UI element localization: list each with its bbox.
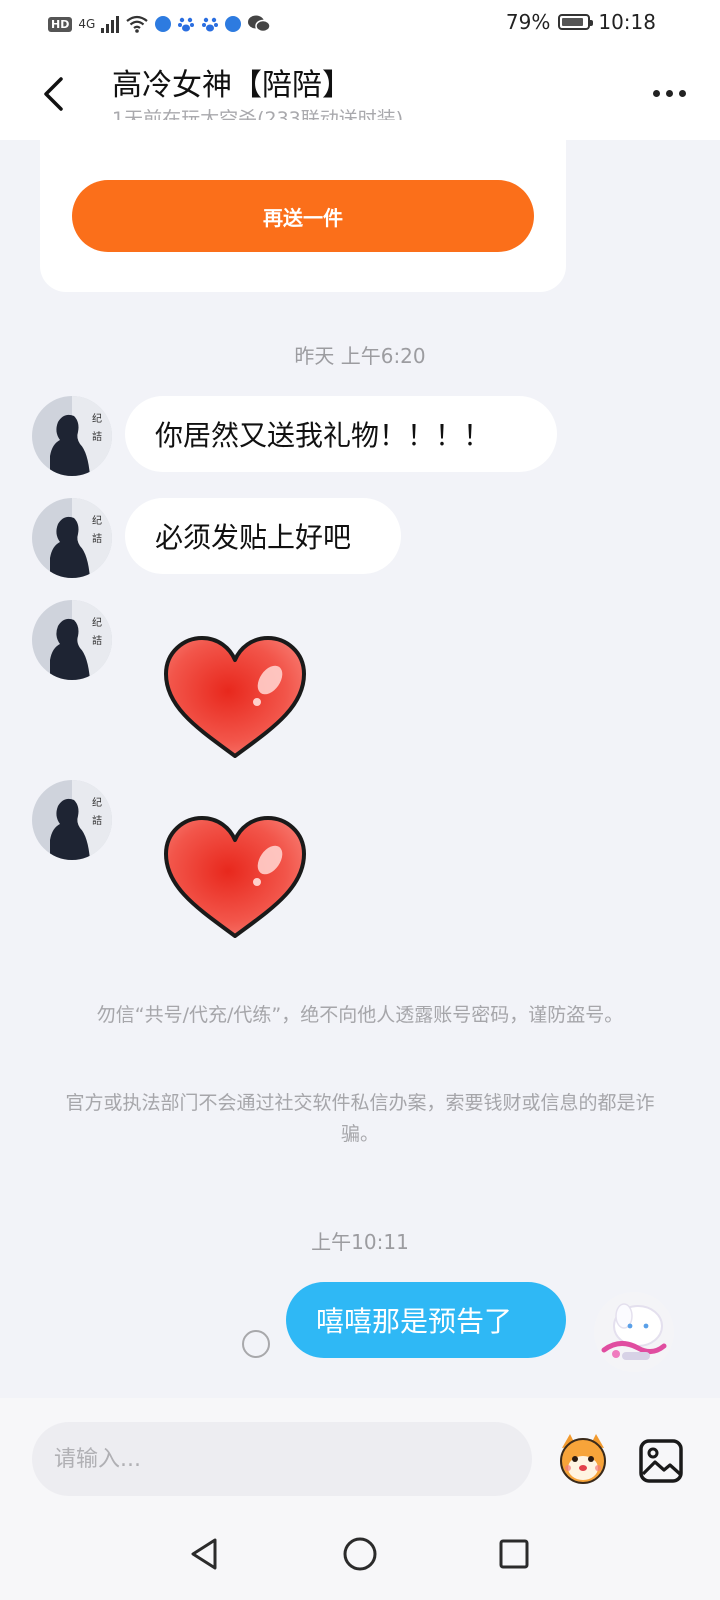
- svg-text:詰: 詰: [92, 814, 102, 827]
- clock: 10:18: [598, 10, 656, 34]
- message-timestamp: 昨天 上午6:20: [294, 344, 426, 368]
- emoji-mascot-icon[interactable]: [554, 1430, 612, 1488]
- avatar-image: 纪 詰: [32, 600, 112, 680]
- svg-text:詰: 詰: [92, 430, 102, 443]
- nav-recent-button[interactable]: [494, 1534, 534, 1574]
- my-message-bubble: 嘻嘻那是预告了: [286, 1282, 566, 1358]
- wechat-icon: [248, 15, 272, 33]
- back-button[interactable]: [30, 70, 78, 118]
- message-timestamp: 上午10:11: [311, 1230, 409, 1254]
- signal-icon: [101, 15, 120, 33]
- svg-text:纪: 纪: [92, 617, 102, 629]
- message-input[interactable]: [32, 1422, 532, 1496]
- avatar[interactable]: 纪 詰: [32, 396, 112, 476]
- back-arrow-icon: [44, 77, 63, 111]
- more-button[interactable]: [644, 78, 694, 108]
- gift-card: 再送一件: [40, 120, 566, 292]
- network-label: 4G: [78, 17, 96, 31]
- browser-app-icon: [155, 16, 172, 32]
- square-recent-icon: [499, 1539, 529, 1569]
- avatar[interactable]: 纪 詰: [32, 600, 112, 680]
- avatar-image: 纪 詰: [32, 498, 112, 578]
- page-title: 高冷女神【陪陪】: [112, 68, 352, 103]
- message-bubble: 你居然又送我礼物！！！！: [125, 396, 557, 472]
- svg-text:纪: 纪: [92, 413, 102, 425]
- send-again-button[interactable]: 再送一件: [72, 180, 534, 252]
- svg-text:纪: 纪: [92, 797, 102, 809]
- heart-sticker-icon: [164, 816, 306, 938]
- sending-status-icon: [242, 1330, 270, 1358]
- input-bar: [0, 1398, 720, 1508]
- chat-screen: HD 4G 79% 10:18 高冷女神【陪陪】 1天前在玩太空杀(233联动送…: [0, 0, 720, 1600]
- avatar[interactable]: 纪 詰: [32, 780, 112, 860]
- my-avatar-image: [594, 1292, 674, 1372]
- my-avatar[interactable]: [594, 1292, 674, 1372]
- battery-icon: [558, 14, 594, 30]
- system-nav-bar: [0, 1508, 720, 1600]
- status-left-icons: HD 4G: [48, 12, 272, 36]
- more-dots-icon: [652, 89, 660, 97]
- circle-home-icon: [343, 1537, 377, 1571]
- avatar[interactable]: 纪 詰: [32, 498, 112, 578]
- wifi-icon: [126, 15, 148, 33]
- browser-app-icon-2: [225, 16, 242, 32]
- image-picker-icon[interactable]: [638, 1438, 684, 1484]
- battery-percent: 79%: [505, 10, 551, 34]
- nav-back-button[interactable]: [184, 1534, 224, 1574]
- svg-text:詰: 詰: [92, 532, 102, 545]
- fraud-notice: 官方或执法部门不会通过社交软件私信办案，索要钱财或信息的都是诈骗。: [65, 1092, 655, 1145]
- status-right: 79% 10:18: [506, 10, 656, 34]
- paw-app-icon: [178, 17, 195, 32]
- status-bar: HD 4G 79% 10:18: [0, 0, 720, 48]
- security-notice: 勿信“共号/代充/代练”，绝不向他人透露账号密码，谨防盗号。: [96, 1004, 624, 1026]
- svg-text:詰: 詰: [92, 634, 102, 647]
- paw-app-icon-2: [202, 17, 219, 32]
- svg-text:纪: 纪: [92, 515, 102, 527]
- nav-home-button[interactable]: [340, 1534, 380, 1574]
- triangle-back-icon: [191, 1538, 217, 1570]
- avatar-image: 纪 詰: [32, 780, 112, 860]
- message-bubble: 必须发贴上好吧: [125, 498, 401, 574]
- hd-badge: HD: [48, 16, 73, 32]
- avatar-image: 纪 詰: [32, 396, 112, 476]
- heart-sticker-icon: [164, 636, 306, 758]
